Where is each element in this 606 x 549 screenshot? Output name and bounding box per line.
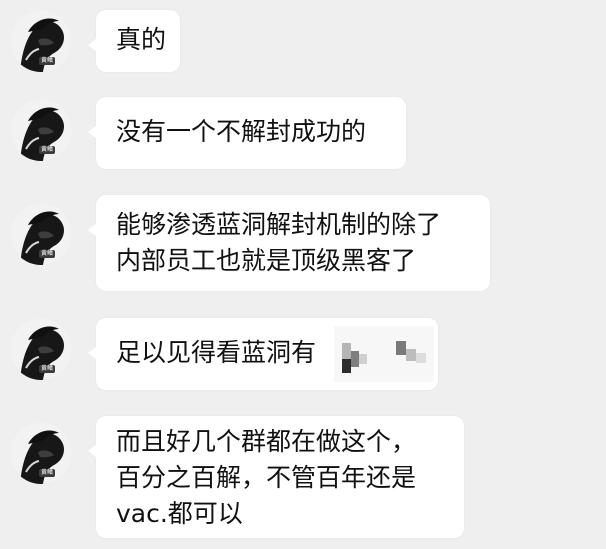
message-text-line: 内部员工也就是顶级黑客了 <box>116 246 417 275</box>
message-text-line: 真的 <box>116 25 167 54</box>
avatar-label: 黄鳍 <box>39 365 56 373</box>
avatar[interactable]: 黄鳍 <box>10 318 72 380</box>
message-row: 黄鳍 能够渗透蓝洞解封机制的除了 内部员工也就是顶级黑客了 <box>0 195 606 291</box>
avatar[interactable]: 黄鳍 <box>10 99 72 161</box>
message-text-line: 百分之百解，不管百年还是 <box>116 463 417 492</box>
message-row: 黄鳍 真的 <box>0 10 606 72</box>
message-row: 黄鳍 而且好几个群都在做这个， 百分之百解，不管百年还是 vac.都可以 <box>0 416 606 538</box>
pixelation-redaction <box>96 318 438 390</box>
message-bubble[interactable]: 真的 <box>88 10 180 72</box>
avatar[interactable]: 黄鳍 <box>10 203 72 265</box>
message-bubble[interactable]: 足以见得看蓝洞有 <box>88 318 438 390</box>
message-row: 黄鳍 没有一个不解封成功的 <box>0 97 606 169</box>
avatar-label: 黄鳍 <box>39 469 56 477</box>
avatar-label: 黄鳍 <box>39 146 56 154</box>
avatar-label: 黄鳍 <box>39 57 56 65</box>
message-text-line: 没有一个不解封成功的 <box>116 117 367 146</box>
message-bubble[interactable]: 而且好几个群都在做这个， 百分之百解，不管百年还是 vac.都可以 <box>88 416 464 538</box>
avatar[interactable]: 黄鳍 <box>10 10 72 72</box>
avatar[interactable]: 黄鳍 <box>10 422 72 484</box>
message-bubble[interactable]: 能够渗透蓝洞解封机制的除了 内部员工也就是顶级黑客了 <box>88 195 490 291</box>
message-text-line: vac.都可以 <box>116 499 243 528</box>
message-text-line: 能够渗透蓝洞解封机制的除了 <box>116 210 442 239</box>
avatar-label: 黄鳍 <box>39 250 56 258</box>
chat-thread: 黄鳍 真的 黄鳍 没有一个不解封成功的 黄鳍 能够渗透蓝洞解封机制的除了 内部员… <box>0 0 606 549</box>
message-text-line: 而且好几个群都在做这个， <box>116 427 417 456</box>
message-bubble[interactable]: 没有一个不解封成功的 <box>88 97 406 169</box>
message-row: 黄鳍 足以见得看蓝洞有 <box>0 318 606 390</box>
